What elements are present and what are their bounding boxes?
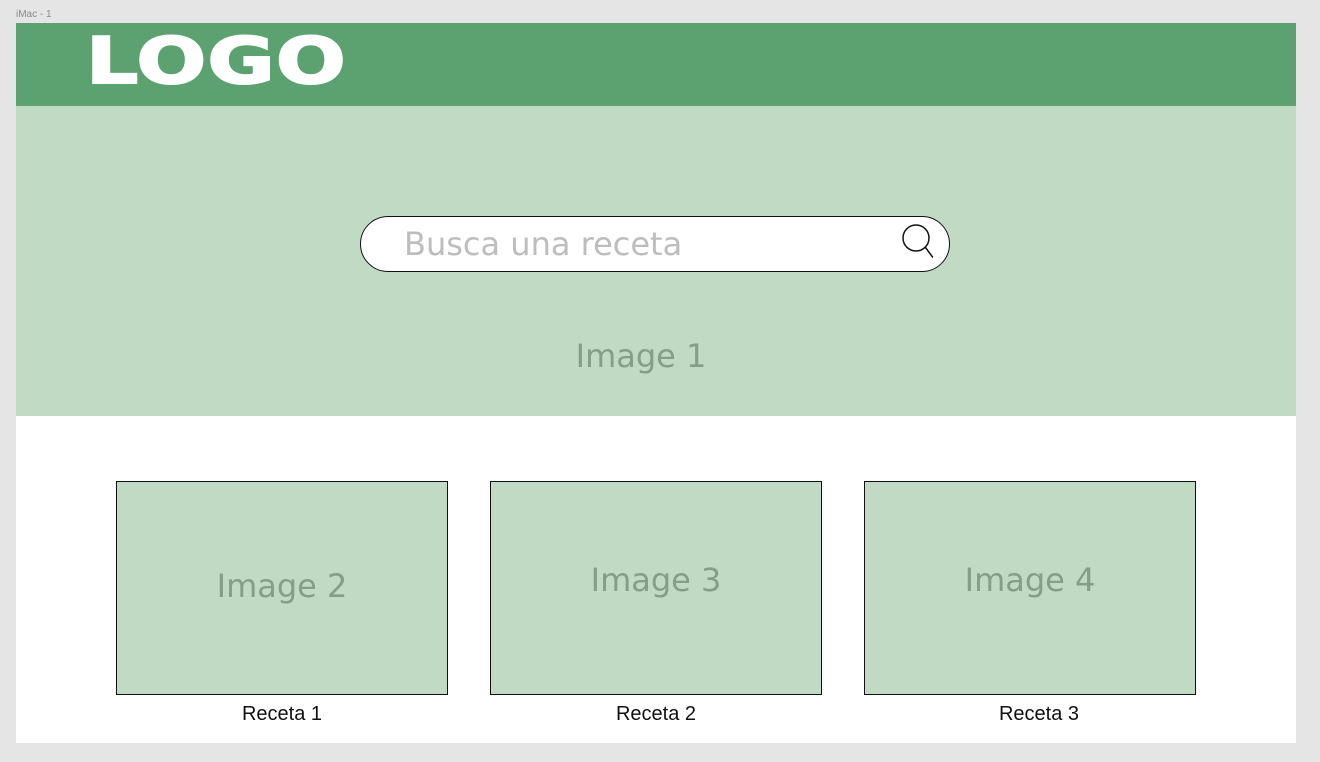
card-image-label: Image 2	[216, 567, 348, 605]
hero-banner: Busca una receta Image 1	[16, 106, 1296, 416]
header: LOGO	[16, 23, 1296, 106]
card-image-label: Image 4	[964, 561, 1096, 599]
recipe-card-2-image[interactable]: Image 3	[490, 481, 822, 695]
recipe-card-1-image[interactable]: Image 2	[116, 481, 448, 695]
frame-label: iMac - 1	[16, 9, 52, 20]
hero-image-placeholder: Image 1	[575, 337, 707, 375]
search-bar[interactable]: Busca una receta	[360, 216, 950, 272]
recipe-title-2[interactable]: Receta 2	[490, 704, 822, 724]
artboard: LOGO Busca una receta Image 1 Image 2 Re…	[16, 23, 1296, 743]
card-image-label: Image 3	[590, 561, 722, 599]
recipe-title-1[interactable]: Receta 1	[116, 704, 448, 724]
recipe-title-3[interactable]: Receta 3	[873, 704, 1205, 724]
search-icon[interactable]	[902, 224, 936, 262]
search-input[interactable]: Busca una receta	[404, 228, 682, 260]
logo[interactable]: LOGO	[85, 29, 347, 95]
recipe-card-3-image[interactable]: Image 4	[864, 481, 1196, 695]
